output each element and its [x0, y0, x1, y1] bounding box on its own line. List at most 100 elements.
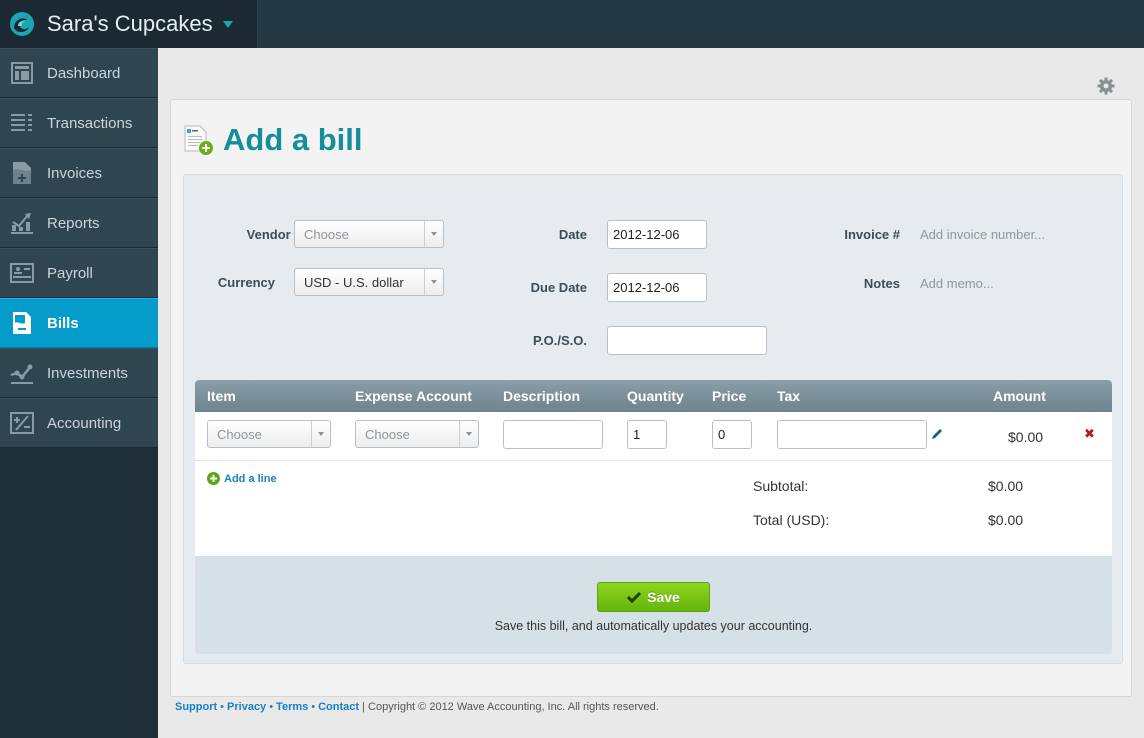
due-date-input[interactable]: 2012-12-06: [607, 273, 707, 302]
sidebar-item-label: Invoices: [47, 164, 103, 182]
sidebar-item-label: Dashboard: [47, 64, 121, 82]
description-input[interactable]: [503, 420, 603, 449]
sidebar-item-label: Payroll: [47, 264, 93, 282]
sidebar-item-bills[interactable]: Bills: [0, 298, 158, 348]
bills-icon: [10, 311, 34, 335]
footer-link-support[interactable]: Support: [175, 701, 217, 713]
top-bar: Sara's Cupcakes: [0, 0, 1144, 48]
company-switcher[interactable]: Sara's Cupcakes: [0, 0, 258, 48]
add-bill-icon: [184, 125, 213, 155]
page-title: Add a bill: [223, 122, 363, 157]
transactions-icon: [10, 111, 34, 135]
sidebar-item-invoices[interactable]: Invoices: [0, 148, 158, 198]
add-bill-card: Add a bill Vendor* Choose Currency USD -…: [170, 99, 1132, 697]
invoice-number-label: Invoice #: [844, 227, 900, 242]
total-value: $0.00: [988, 512, 1024, 528]
footer-separator: •: [311, 701, 316, 713]
item-select[interactable]: Choose: [207, 420, 331, 448]
gear-icon[interactable]: [1096, 76, 1116, 96]
po-so-input[interactable]: [607, 326, 767, 355]
pencil-icon[interactable]: [931, 428, 943, 440]
notes-label: Notes: [863, 276, 900, 291]
save-button-label: Save: [647, 589, 680, 605]
tax-input[interactable]: [777, 420, 927, 449]
page-header: Add a bill: [183, 122, 363, 158]
chevron-down-icon: [424, 269, 443, 295]
vendor-select[interactable]: Choose: [294, 220, 444, 248]
expense-account-select[interactable]: Choose: [355, 420, 479, 448]
column-header-expense-account: Expense Account: [355, 388, 472, 404]
line-amount: $0.00: [1008, 429, 1044, 445]
due-date-label: Due Date: [530, 280, 587, 295]
currency-select-value: USD - U.S. dollar: [304, 274, 404, 290]
footer-separator: •: [220, 701, 225, 713]
sidebar-item-dashboard[interactable]: Dashboard: [0, 48, 158, 98]
column-header-amount: Amount: [993, 388, 1046, 404]
vendor-label: Vendor*: [218, 227, 298, 242]
dashboard-icon: [10, 61, 34, 85]
bill-form: Vendor* Choose Currency USD - U.S. dolla…: [183, 174, 1123, 664]
delete-row-icon[interactable]: ✖: [1084, 427, 1095, 442]
save-area: Save Save this bill, and automatically u…: [195, 556, 1112, 654]
sidebar-item-label: Investments: [47, 364, 128, 382]
sidebar-item-label: Bills: [47, 314, 79, 332]
footer-separator: •: [269, 701, 274, 713]
footer: Support • Privacy • Terms • Contact | Copyrigh…: [175, 701, 659, 713]
sidebar-item-label: Accounting: [47, 414, 122, 432]
date-label: Date: [558, 227, 587, 242]
chevron-down-icon: [424, 221, 443, 247]
chevron-down-icon[interactable]: [222, 20, 233, 28]
column-header-item: Item: [207, 388, 236, 404]
wave-logo-icon: [10, 12, 34, 36]
subtotal-label: Subtotal:: [753, 478, 809, 494]
vendor-select-value: Choose: [304, 226, 349, 242]
sidebar-item-transactions[interactable]: Transactions: [0, 98, 158, 148]
date-input[interactable]: 2012-12-06: [607, 220, 707, 249]
price-input[interactable]: 0: [712, 420, 752, 449]
save-note: Save this bill, and automatically update…: [494, 619, 813, 633]
notes-input[interactable]: Add memo...: [920, 276, 994, 291]
column-header-price: Price: [712, 388, 747, 404]
company-name: Sara's Cupcakes: [47, 11, 213, 36]
sidebar-item-reports[interactable]: Reports: [0, 198, 158, 248]
currency-select[interactable]: USD - U.S. dollar: [294, 268, 444, 296]
sidebar: Dashboard Transactions Invoices Reports …: [0, 48, 158, 738]
column-header-tax: Tax: [777, 388, 801, 404]
sidebar-item-label: Transactions: [47, 114, 133, 132]
footer-link-contact[interactable]: Contact: [318, 701, 359, 713]
investments-icon: [10, 361, 34, 385]
accounting-icon: [10, 411, 34, 435]
total-label: Total (USD):: [753, 512, 830, 528]
expense-account-select-value: Choose: [365, 426, 410, 442]
save-button[interactable]: Save: [597, 582, 710, 612]
footer-link-privacy[interactable]: Privacy: [227, 701, 266, 713]
sidebar-item-payroll[interactable]: Payroll: [0, 248, 158, 298]
currency-label: Currency: [217, 275, 275, 290]
main-content: Add a bill Vendor* Choose Currency USD -…: [158, 48, 1144, 738]
invoice-number-input[interactable]: Add invoice number...: [920, 227, 1045, 242]
table-header: Item Expense Account Description Quantit…: [195, 380, 1112, 412]
chevron-down-icon: [311, 421, 330, 447]
plus-circle-icon: [207, 472, 220, 485]
add-line-button[interactable]: Add a line: [207, 472, 277, 485]
quantity-input[interactable]: 1: [627, 420, 667, 449]
sidebar-item-label: Reports: [47, 214, 100, 232]
add-line-label: Add a line: [224, 472, 277, 485]
line-items-table: Item Expense Account Description Quantit…: [195, 380, 1112, 556]
po-so-label: P.O./S.O.: [533, 333, 587, 348]
checkmark-icon: [627, 591, 642, 603]
invoices-icon: [10, 161, 34, 185]
copyright-text: | Copyright © 2012 Wave Accounting, Inc.…: [362, 701, 659, 713]
sidebar-item-accounting[interactable]: Accounting: [0, 398, 158, 448]
reports-icon: [10, 211, 34, 235]
item-select-value: Choose: [217, 426, 262, 442]
table-row: Choose Choose 1 0 $0.00 ✖: [195, 412, 1112, 461]
column-header-description: Description: [503, 388, 581, 404]
chevron-down-icon: [459, 421, 478, 447]
vendor-label-text: Vendor: [246, 227, 291, 242]
footer-link-terms[interactable]: Terms: [276, 701, 308, 713]
payroll-icon: [10, 261, 34, 285]
sidebar-item-investments[interactable]: Investments: [0, 348, 158, 398]
subtotal-value: $0.00: [988, 478, 1024, 494]
column-header-quantity: Quantity: [627, 388, 684, 404]
